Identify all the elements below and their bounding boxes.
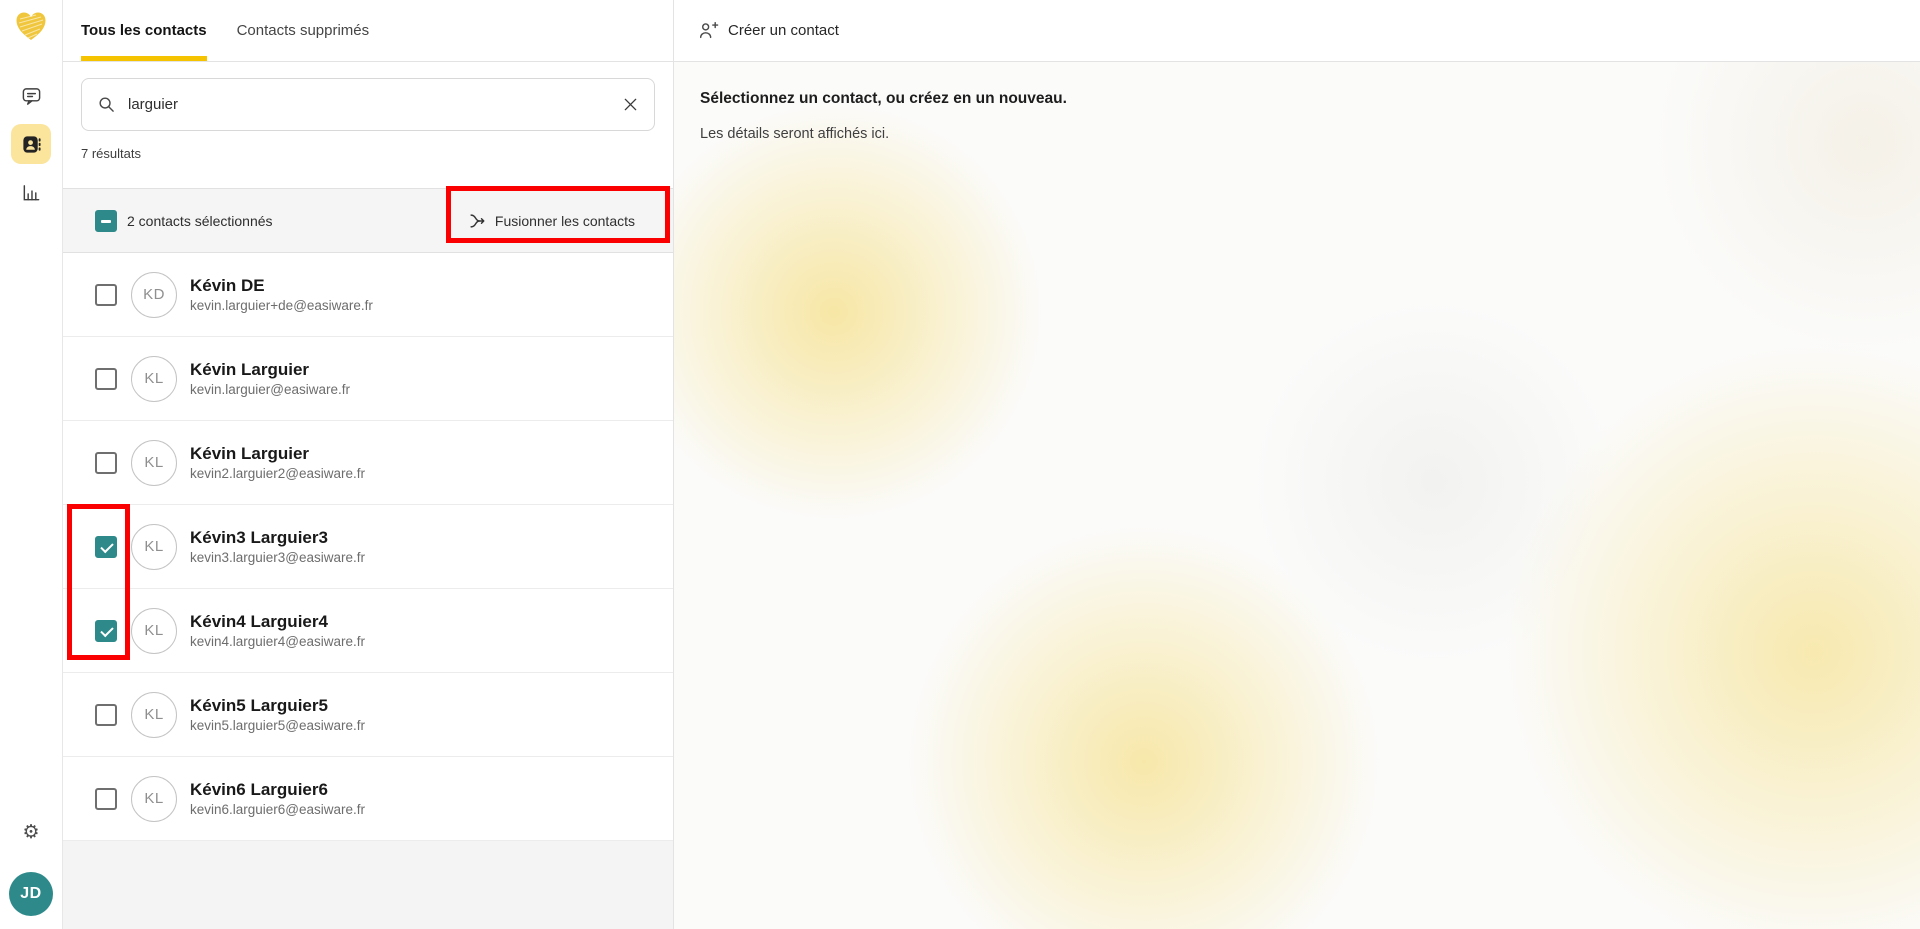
contact-checkbox[interactable] [95, 620, 117, 642]
contact-avatar: KL [131, 776, 177, 822]
contact-row[interactable]: KL Kévin Larguier kevin.larguier@easiwar… [63, 337, 673, 421]
contact-email: kevin6.larguier6@easiware.fr [190, 802, 365, 817]
create-contact-button[interactable]: Créer un contact [699, 21, 839, 41]
contact-email: kevin2.larguier2@easiware.fr [190, 466, 365, 481]
merge-button-label: Fusionner les contacts [495, 213, 635, 229]
contact-row[interactable]: KD Kévin DE kevin.larguier+de@easiware.f… [63, 253, 673, 337]
search-section: 7 résultats [63, 62, 673, 188]
create-contact-label: Créer un contact [728, 22, 839, 39]
selection-count-label: 2 contacts sélectionnés [127, 213, 273, 229]
contact-checkbox[interactable] [95, 284, 117, 306]
nav-stats[interactable] [11, 172, 51, 212]
search-input[interactable] [126, 95, 612, 114]
tabbar: Tous les contacts Contacts supprimés [63, 0, 673, 62]
contact-name: Kévin5 Larguier5 [190, 696, 365, 716]
tab-deleted-contacts[interactable]: Contacts supprimés [237, 0, 370, 61]
contact-checkbox[interactable] [95, 788, 117, 810]
nav-conversations[interactable] [11, 76, 51, 116]
contact-name: Kévin DE [190, 276, 373, 296]
contact-name: Kévin4 Larguier4 [190, 612, 365, 632]
selection-bar: 2 contacts sélectionnés Fusionner les co… [63, 188, 673, 253]
contact-checkbox[interactable] [95, 704, 117, 726]
contact-avatar: KD [131, 272, 177, 318]
contact-email: kevin4.larguier4@easiware.fr [190, 634, 365, 649]
search-box[interactable] [81, 78, 655, 131]
contact-name: Kévin6 Larguier6 [190, 780, 365, 800]
contact-avatar: KL [131, 356, 177, 402]
app-window: ⚙ JD Tous les contacts Contacts supprimé… [0, 0, 1920, 929]
person-add-icon [699, 21, 719, 41]
select-all-checkbox[interactable] [95, 210, 117, 232]
contact-checkbox[interactable] [95, 452, 117, 474]
detail-empty-state: Sélectionnez un contact, ou créez en un … [674, 62, 1920, 929]
contact-avatar: KL [131, 524, 177, 570]
nav-contacts[interactable] [11, 124, 51, 164]
settings-button[interactable]: ⚙ [11, 812, 51, 852]
contact-avatar: KL [131, 608, 177, 654]
list-footer [63, 841, 673, 929]
icon-rail: ⚙ JD [0, 0, 63, 929]
contact-checkbox[interactable] [95, 536, 117, 558]
contact-row[interactable]: KL Kévin5 Larguier5 kevin5.larguier5@eas… [63, 673, 673, 757]
tab-all-contacts[interactable]: Tous les contacts [81, 0, 207, 61]
contacts-panel: Tous les contacts Contacts supprimés 7 r… [63, 0, 674, 929]
merge-contacts-button[interactable]: Fusionner les contacts [454, 202, 649, 240]
contact-avatar: KL [131, 440, 177, 486]
empty-state-title: Sélectionnez un contact, ou créez en un … [700, 90, 1880, 108]
chat-bubble-icon [21, 86, 42, 107]
results-count: 7 résultats [81, 146, 655, 161]
user-avatar[interactable]: JD [9, 872, 53, 916]
merge-icon [468, 212, 486, 230]
contact-email: kevin.larguier@easiware.fr [190, 382, 350, 397]
contact-email: kevin5.larguier5@easiware.fr [190, 718, 365, 733]
detail-header: Créer un contact [674, 0, 1920, 62]
contact-row[interactable]: KL Kévin Larguier kevin2.larguier2@easiw… [63, 421, 673, 505]
address-book-icon [21, 134, 42, 155]
contact-checkbox[interactable] [95, 368, 117, 390]
gear-icon: ⚙ [22, 823, 39, 842]
detail-panel: Créer un contact Sélectionnez un contact… [674, 0, 1920, 929]
contact-email: kevin3.larguier3@easiware.fr [190, 550, 365, 565]
contact-row[interactable]: KL Kévin4 Larguier4 kevin4.larguier4@eas… [63, 589, 673, 673]
empty-state-subtitle: Les détails seront affichés ici. [700, 126, 1880, 142]
bar-chart-icon [21, 182, 42, 203]
contact-name: Kévin3 Larguier3 [190, 528, 365, 548]
contact-avatar: KL [131, 692, 177, 738]
clear-search-icon[interactable] [623, 97, 638, 112]
contact-email: kevin.larguier+de@easiware.fr [190, 298, 373, 313]
contact-row[interactable]: KL Kévin3 Larguier3 kevin3.larguier3@eas… [63, 505, 673, 589]
easiware-heart-logo [14, 10, 48, 42]
search-icon [98, 96, 115, 113]
contact-list: KD Kévin DE kevin.larguier+de@easiware.f… [63, 253, 673, 841]
contact-row[interactable]: KL Kévin6 Larguier6 kevin6.larguier6@eas… [63, 757, 673, 841]
contact-name: Kévin Larguier [190, 360, 350, 380]
contact-name: Kévin Larguier [190, 444, 365, 464]
